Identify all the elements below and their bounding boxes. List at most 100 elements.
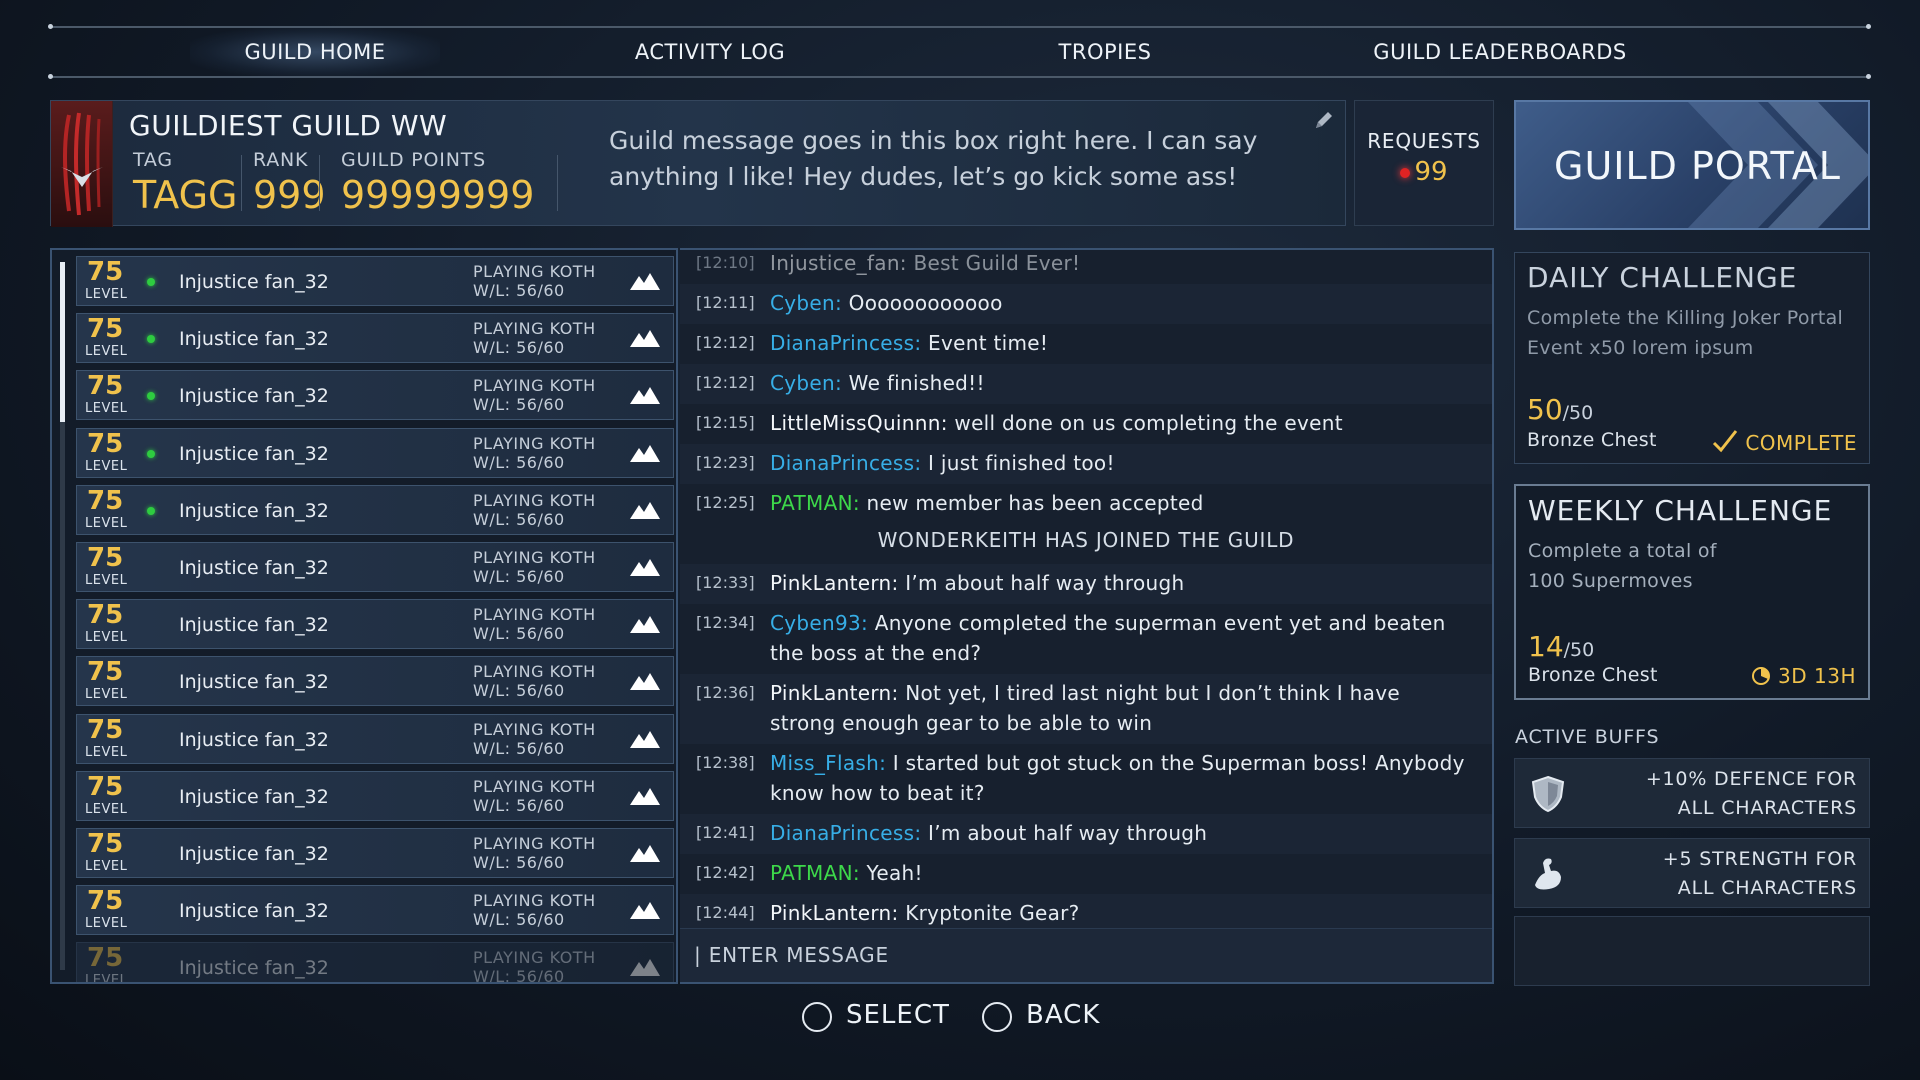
member-status: PLAYING KOTH W/L: 56/60 — [473, 834, 596, 872]
member-activity: PLAYING KOTH — [473, 776, 596, 796]
chat-username[interactable]: DianaPrincess: — [770, 821, 921, 845]
chat-text: I’m about half way through — [898, 571, 1185, 595]
daily-reward: Bronze Chest — [1527, 429, 1657, 451]
chat-text: Best Guild Ever! — [906, 251, 1081, 275]
select-label: SELECT — [846, 1000, 950, 1030]
member-name: Injustice fan_32 — [179, 728, 329, 751]
tab-guild-leaderboards[interactable]: GUILD LEADERBOARDS — [1360, 28, 1640, 76]
member-status: PLAYING KOTH W/L: 56/60 — [473, 376, 596, 414]
online-status-icon — [147, 392, 155, 401]
member-win-loss: W/L: 56/60 — [473, 681, 565, 701]
member-row[interactable]: 75 LEVEL Injustice fan_32 PLAYING KOTH W/L: … — [76, 313, 674, 364]
member-row[interactable]: 75 LEVEL Injustice fan_32 PLAYING KOTH W/L: … — [76, 656, 674, 707]
online-status-icon — [147, 335, 155, 344]
member-row[interactable]: 75 LEVEL Injustice fan_32 PLAYING KOTH W/L: … — [76, 542, 674, 592]
chat-body: DianaPrincess: I just finished too! — [770, 448, 1470, 478]
circle-button-icon — [802, 1002, 832, 1032]
chat-username[interactable]: PinkLantern: — [770, 571, 899, 595]
member-row[interactable]: 75 LEVEL Injustice fan_32 PLAYING KOTH W/L: … — [76, 770, 674, 821]
buff-defence[interactable]: +10% DEFENCE FOR ALL CHARACTERS — [1514, 758, 1870, 828]
chat-username[interactable]: PATMAN: — [770, 861, 860, 885]
chat-timestamp: [12:36] — [696, 683, 755, 702]
guild-portal-button[interactable]: GUILD PORTAL — [1514, 100, 1870, 230]
stat-divider — [319, 155, 320, 211]
member-row[interactable]: 75 LEVEL Injustice fan_32 PLAYING KOTH W/L: … — [76, 370, 674, 421]
member-level-label: LEVEL — [85, 973, 128, 984]
member-level: 75 — [87, 657, 124, 688]
chat-timestamp: [12:25] — [696, 493, 755, 512]
back-button[interactable]: BACK — [982, 1000, 1122, 1036]
rank-label: RANK — [253, 149, 309, 171]
requests-box[interactable]: REQUESTS 99 — [1354, 100, 1494, 226]
daily-status: COMPLETE — [1712, 429, 1857, 455]
chat-timestamp: [12:44] — [696, 903, 755, 922]
member-level-label: LEVEL — [85, 630, 128, 646]
member-level-label: LEVEL — [85, 515, 128, 531]
member-level: 75 — [87, 314, 124, 345]
chat-timestamp: [12:33] — [696, 573, 755, 592]
chat-timestamp: [12:11] — [696, 293, 755, 312]
member-activity: PLAYING KOTH — [473, 834, 596, 853]
buff-empty-slot[interactable] — [1514, 916, 1870, 986]
chat-text: Yeah! — [859, 861, 923, 885]
chat-body: PinkLantern: Kryptonite Gear? — [770, 898, 1470, 928]
select-button[interactable]: SELECT — [802, 1000, 962, 1036]
chat-username[interactable]: PinkLantern: — [770, 901, 899, 925]
chat-username[interactable]: Injustice_fan: — [770, 251, 907, 275]
member-row[interactable]: 75 LEVEL Injustice fan_32 PLAYING KOTH W/L: … — [76, 599, 674, 650]
member-level-label: LEVEL — [85, 916, 128, 932]
buff-strength-line2: ALL CHARACTERS — [1677, 877, 1857, 899]
weekly-challenge-card[interactable]: WEEKLY CHALLENGE Complete a total of 100… — [1514, 484, 1870, 700]
member-row[interactable]: 75 LEVEL Injustice fan_32 PLAYING KOTH W/L: … — [76, 427, 674, 478]
guild-nav: GUILD HOME ACTIVITY LOG TROPIES GUILD LE… — [50, 28, 1870, 76]
member-level-label: LEVEL — [85, 744, 128, 760]
member-status: PLAYING KOTH W/L: 56/60 — [473, 720, 596, 758]
daily-status-label: COMPLETE — [1745, 431, 1857, 455]
member-row[interactable]: 75 LEVEL Injustice fan_32 PLAYING KOTH W/L: … — [76, 828, 674, 878]
member-name: Injustice fan_32 — [179, 900, 329, 923]
member-row[interactable]: 75 LEVEL Injustice fan_32 PLAYING KOTH W/L: … — [76, 484, 674, 535]
member-row[interactable]: 75 LEVEL Injustice fan_32 PLAYING KOTH W/L: … — [76, 713, 674, 764]
tab-activity-log[interactable]: ACTIVITY LOG — [590, 28, 830, 76]
scroll-thumb[interactable] — [60, 262, 65, 422]
chat-username[interactable]: PinkLantern: — [770, 681, 899, 705]
edit-pencil-icon[interactable] — [1313, 109, 1335, 135]
member-row[interactable]: 75 LEVEL Injustice fan_32 PLAYING KOTH W/L: … — [76, 942, 674, 984]
mountain-rank-icon — [629, 557, 661, 581]
chat-message: [12:25] PATMAN: new member has been accep… — [680, 484, 1492, 524]
member-row[interactable]: 75 LEVEL Injustice fan_32 PLAYING KOTH W/L: … — [76, 885, 674, 936]
chat-timestamp: [12:42] — [696, 863, 755, 882]
member-name: Injustice fan_32 — [179, 557, 329, 579]
chat-username[interactable]: Cyben: — [770, 371, 842, 395]
member-scrollbar[interactable] — [60, 262, 65, 970]
chat-input[interactable]: | ENTER MESSAGE — [680, 928, 1492, 982]
chat-text: I just finished too! — [921, 451, 1115, 475]
member-list[interactable]: 75 LEVEL Injustice fan_32 PLAYING KOTH W/L: … — [50, 248, 678, 984]
chat-timestamp: [12:41] — [696, 823, 755, 842]
member-win-loss: W/L: 56/60 — [473, 338, 565, 358]
buff-strength[interactable]: +5 STRENGTH FOR ALL CHARACTERS — [1514, 838, 1870, 908]
chat-username[interactable]: Miss_Flash: — [770, 751, 886, 775]
member-row[interactable]: 75 LEVEL Injustice fan_32 PLAYING KOTH W/L: … — [76, 256, 674, 306]
mountain-rank-icon — [629, 443, 661, 467]
member-name: Injustice fan_32 — [179, 499, 329, 522]
chat-username[interactable]: PATMAN: — [770, 491, 860, 515]
tab-trophies[interactable]: TROPIES — [1000, 28, 1210, 76]
mountain-rank-icon — [629, 900, 661, 924]
chat-username[interactable]: DianaPrincess: — [770, 331, 921, 355]
member-status: PLAYING KOTH W/L: 56/60 — [473, 491, 596, 529]
member-level: 75 — [87, 771, 124, 802]
chat-username[interactable]: LittleMissQuinnn: — [770, 411, 948, 435]
chat-username[interactable]: Cyben93: — [770, 611, 868, 635]
online-status-icon — [147, 278, 155, 286]
chat-timestamp: [12:12] — [696, 333, 755, 352]
member-status: PLAYING KOTH W/L: 56/60 — [473, 891, 596, 929]
chat-username[interactable]: Cyben: — [770, 291, 842, 315]
daily-challenge-card[interactable]: DAILY CHALLENGE Complete the Killing Jok… — [1514, 252, 1870, 464]
points-label: GUILD POINTS — [341, 149, 486, 171]
mountain-rank-icon — [629, 385, 661, 409]
chat-body: Cyben: Oooooooooooo — [770, 288, 1470, 318]
chat-username[interactable]: DianaPrincess: — [770, 451, 921, 475]
tab-guild-home[interactable]: GUILD HOME — [190, 28, 440, 76]
member-level-label: LEVEL — [85, 458, 128, 474]
